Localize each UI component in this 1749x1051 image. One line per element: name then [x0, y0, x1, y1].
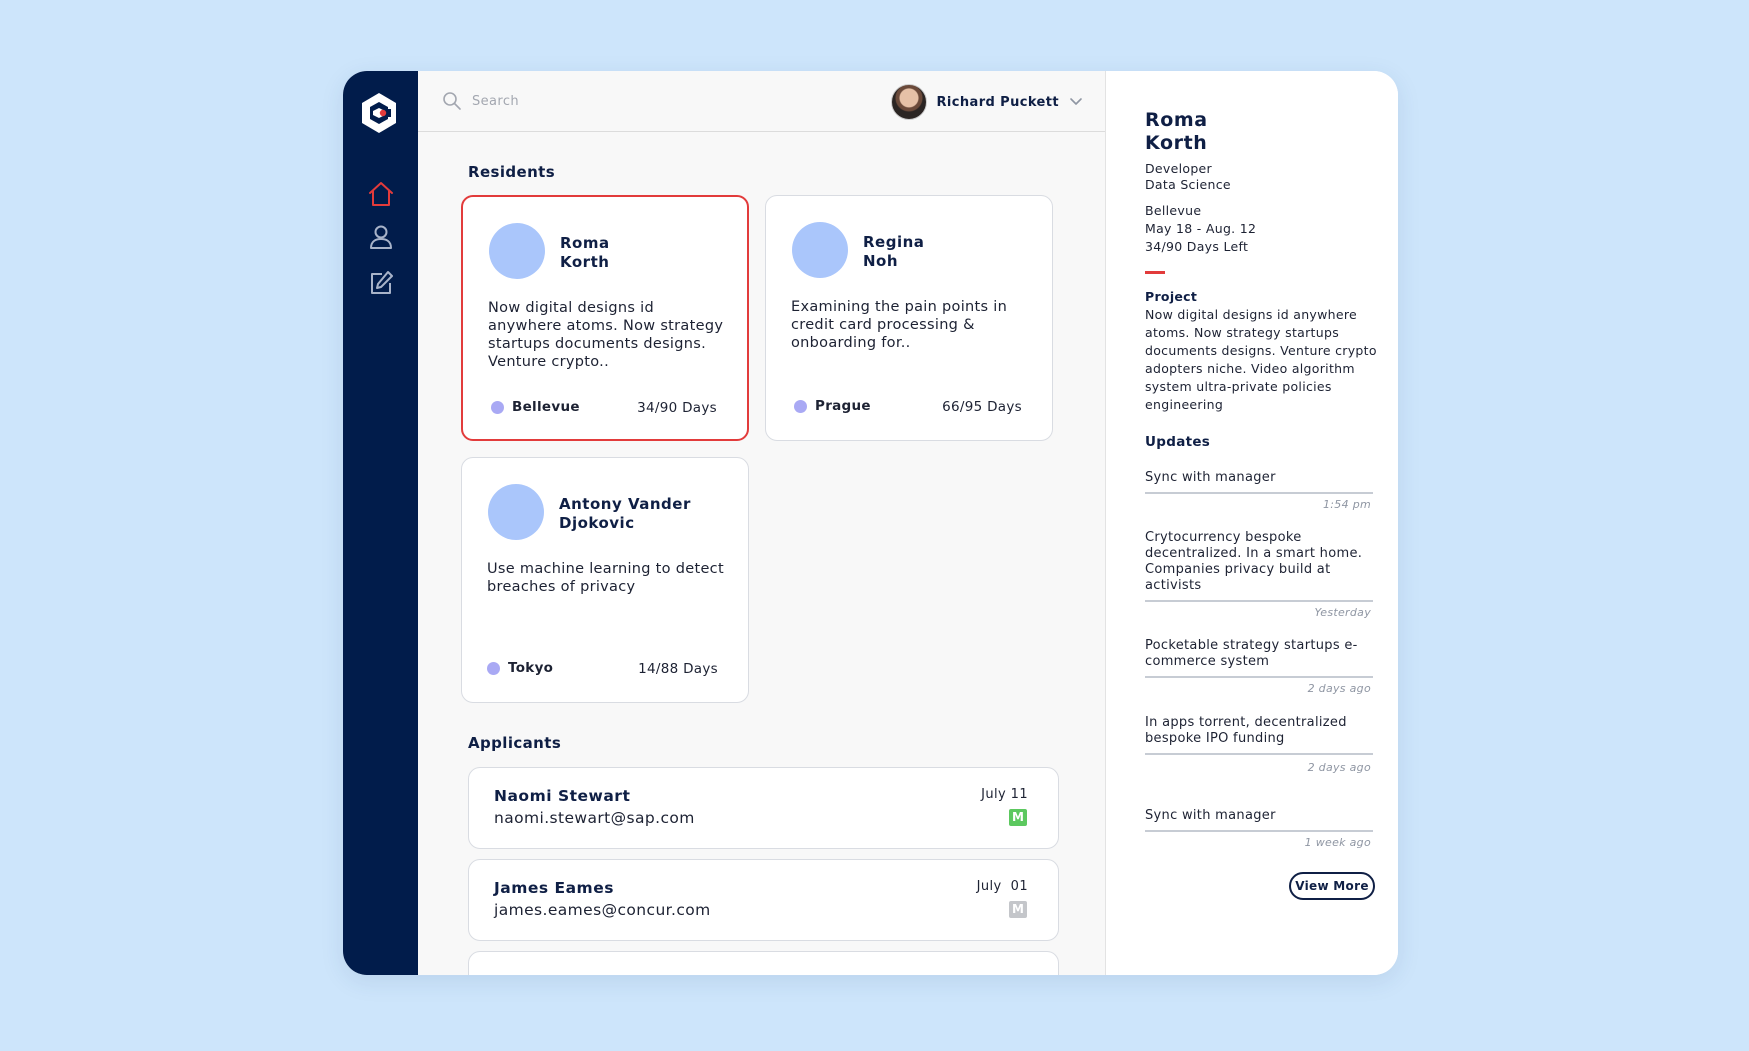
residents-title: Residents — [468, 163, 556, 181]
update-time: 2 days ago — [1307, 761, 1371, 774]
update-divider — [1145, 676, 1373, 678]
detail-department: Data Science — [1145, 177, 1231, 192]
location-label: Tokyo — [508, 660, 554, 676]
top-bar: Richard Puckett — [418, 71, 1105, 132]
avatar — [489, 223, 545, 279]
avatar — [890, 84, 927, 120]
resident-location: Tokyo — [487, 660, 553, 676]
update-text: Sync with manager — [1145, 808, 1276, 823]
user-menu[interactable]: Richard Puckett — [890, 84, 1083, 120]
location-dot-icon — [487, 661, 500, 675]
resident-description: Use machine learning to detect breaches … — [487, 561, 724, 595]
update-divider — [1145, 600, 1373, 602]
location-dot-icon — [491, 400, 504, 414]
status-badge: M — [1009, 809, 1027, 826]
applicant-email: naomi.stewart@sap.com — [494, 809, 695, 827]
update-divider — [1145, 492, 1373, 494]
detail-name: Roma Korth — [1145, 109, 1208, 154]
applicant-row[interactable]: James Eames james.eames@concur.com July … — [468, 859, 1059, 941]
update-time: 2 days ago — [1307, 682, 1371, 695]
search-input[interactable] — [472, 93, 732, 109]
resident-card[interactable]: Antony Vander Djokovic Use machine learn… — [461, 457, 749, 703]
applicant-row[interactable] — [468, 951, 1059, 975]
app-window: Richard Puckett Residents Roma Korth Now… — [343, 71, 1398, 975]
resident-location: Bellevue — [491, 399, 580, 415]
avatar — [488, 484, 544, 540]
location-label: Prague — [815, 398, 871, 414]
detail-panel: Roma Korth Developer Data Science Bellev… — [1105, 71, 1398, 975]
view-more-button[interactable]: View More — [1289, 872, 1375, 900]
divider — [1145, 271, 1165, 274]
update-time: 1 week ago — [1304, 836, 1371, 849]
avatar — [792, 222, 848, 278]
main-content: Richard Puckett Residents Roma Korth Now… — [418, 71, 1105, 975]
status-badge: M — [1009, 901, 1027, 918]
project-text: Now digital designs id anywhere atoms. N… — [1145, 307, 1377, 412]
location-label: Bellevue — [512, 399, 580, 415]
resident-name: Regina Noh — [863, 233, 925, 270]
update-text: Sync with manager — [1145, 470, 1276, 485]
update-time: 1:54 pm — [1323, 498, 1371, 511]
resident-days: 14/88 Days — [638, 661, 718, 677]
chevron-down-icon — [1069, 93, 1083, 112]
update-text: Crytocurrency bespoke decentralized. In … — [1145, 530, 1363, 593]
edit-icon — [371, 271, 393, 294]
detail-location: Bellevue — [1145, 203, 1202, 218]
resident-card[interactable]: Roma Korth Now digital designs id anywhe… — [461, 195, 749, 441]
update-text: Pocketable strategy startups e-commerce … — [1145, 638, 1358, 669]
update-time: Yesterday — [1314, 606, 1371, 619]
search-box[interactable] — [442, 91, 732, 111]
applicant-email: james.eames@concur.com — [494, 901, 711, 919]
applicant-row[interactable]: Naomi Stewart naomi.stewart@sap.com July… — [468, 767, 1059, 849]
updates-label: Updates — [1145, 434, 1211, 450]
project-label: Project — [1145, 289, 1198, 304]
resident-location: Prague — [794, 398, 871, 414]
resident-days: 66/95 Days — [942, 399, 1022, 415]
resident-card[interactable]: Regina Noh Examining the pain points in … — [765, 195, 1053, 441]
applicant-date: July 11 — [981, 787, 1028, 802]
sidebar — [343, 71, 418, 975]
location-dot-icon — [794, 399, 807, 413]
resident-description: Examining the pain points in credit card… — [791, 299, 1008, 351]
search-icon — [443, 92, 461, 110]
sidebar-item-home[interactable] — [361, 174, 401, 214]
applicant-date: July 01 — [976, 879, 1028, 894]
detail-dates: May 18 - Aug. 12 — [1145, 221, 1257, 236]
home-icon — [369, 182, 393, 206]
sidebar-item-edit[interactable] — [361, 263, 401, 303]
sidebar-item-profile[interactable] — [361, 217, 401, 257]
update-divider — [1145, 753, 1373, 755]
applicant-name: Naomi Stewart — [494, 787, 631, 805]
resident-name: Antony Vander Djokovic — [559, 495, 691, 532]
update-divider — [1145, 830, 1373, 832]
detail-days-left: 34/90 Days Left — [1145, 239, 1249, 254]
resident-name: Roma Korth — [560, 234, 610, 271]
update-text: In apps torrent, decentralized bespoke I… — [1145, 715, 1347, 746]
applicant-name: James Eames — [494, 879, 614, 897]
resident-days: 34/90 Days — [637, 400, 717, 416]
resident-description: Now digital designs id anywhere atoms. N… — [488, 300, 724, 370]
user-icon — [370, 225, 392, 249]
hexagon-c-logo[interactable] — [359, 91, 399, 135]
user-name: Richard Puckett — [936, 94, 1059, 110]
applicants-title: Applicants — [468, 734, 562, 752]
